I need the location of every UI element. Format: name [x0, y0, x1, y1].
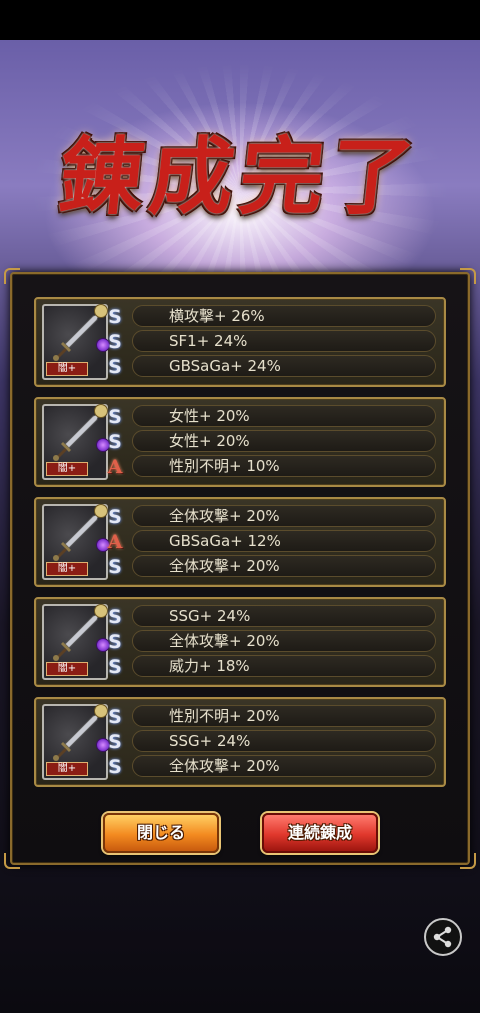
- ability-list: S 全体攻撃+ 20% A GBSaGa+ 12% S 全体攻撃+ 20%: [108, 505, 436, 580]
- ability-text: 女性+ 20%: [169, 407, 250, 425]
- panel-corner-ornament: [4, 853, 20, 869]
- ability-row: S 女性+ 20%: [108, 405, 436, 428]
- ability-list: S 性別不明+ 20% S SSG+ 24% S 全体攻撃+ 20%: [108, 705, 436, 780]
- weapon-thumbnail[interactable]: 闇+: [42, 704, 110, 780]
- rank-s-icon: S: [108, 656, 122, 678]
- rank-s-icon: S: [108, 631, 122, 653]
- weapon-thumbnail[interactable]: 闇+: [42, 404, 110, 480]
- rank-s-icon: S: [108, 431, 122, 453]
- ability-row: S GBSaGa+ 24%: [108, 355, 436, 378]
- ability-text: GBSaGa+ 12%: [169, 532, 281, 550]
- panel-corner-ornament: [460, 268, 476, 284]
- continue-refine-button[interactable]: 連続錬成: [262, 813, 378, 853]
- rank-a-icon: A: [107, 456, 123, 478]
- rank-s-icon: S: [108, 356, 122, 378]
- ability-row: S 全体攻撃+ 20%: [108, 505, 436, 528]
- rank-s-icon: S: [108, 306, 122, 328]
- ability-row: S 全体攻撃+ 20%: [108, 630, 436, 653]
- share-icon: [433, 926, 452, 948]
- ability-row: S 女性+ 20%: [108, 430, 436, 453]
- ability-text: GBSaGa+ 24%: [169, 357, 281, 375]
- rank-s-icon: S: [108, 756, 122, 778]
- ability-text: 全体攻撃+ 20%: [169, 632, 280, 650]
- ability-text: SF1+ 24%: [169, 332, 248, 350]
- ability-text: 全体攻撃+ 20%: [169, 757, 280, 775]
- result-title: 錬成完了: [54, 127, 426, 226]
- panel-corner-ornament: [460, 853, 476, 869]
- ability-text: 性別不明+ 10%: [169, 457, 280, 475]
- ability-text: 威力+ 18%: [169, 657, 250, 675]
- ability-row: S SSG+ 24%: [108, 605, 436, 628]
- ability-list: S 女性+ 20% S 女性+ 20% A 性別不明+ 10%: [108, 405, 436, 480]
- rank-s-icon: S: [108, 731, 122, 753]
- weapon-element-label: 闇+: [46, 562, 88, 576]
- ability-row: S 全体攻撃+ 20%: [108, 555, 436, 578]
- ability-row: A GBSaGa+ 12%: [108, 530, 436, 553]
- close-button[interactable]: 閉じる: [103, 813, 219, 853]
- ability-row: S 全体攻撃+ 20%: [108, 755, 436, 778]
- weapon-thumbnail[interactable]: 闇+: [42, 504, 110, 580]
- weapon-thumbnail[interactable]: 闇+: [42, 604, 110, 680]
- ability-row: S 威力+ 18%: [108, 655, 436, 678]
- weapon-thumbnail[interactable]: 闇+: [42, 304, 110, 380]
- ability-list: S SSG+ 24% S 全体攻撃+ 20% S 威力+ 18%: [108, 605, 436, 680]
- ability-text: 全体攻撃+ 20%: [169, 507, 280, 525]
- refine-result-card: 闇+ S 女性+ 20% S 女性+ 20% A 性別不明+ 10%: [34, 397, 446, 487]
- share-button[interactable]: [424, 918, 462, 956]
- sword-icon: [53, 713, 100, 761]
- weapon-element-label: 闇+: [46, 362, 88, 376]
- rank-s-icon: S: [108, 556, 122, 578]
- sword-icon: [53, 313, 100, 361]
- ability-text: 全体攻撃+ 20%: [169, 557, 280, 575]
- status-bar: [0, 0, 480, 40]
- refine-result-card: 闇+ S 全体攻撃+ 20% A GBSaGa+ 12% S 全体攻撃+ 20%: [34, 497, 446, 587]
- ability-text: 横攻撃+ 26%: [169, 307, 265, 325]
- refine-result-card: 闇+ S 横攻撃+ 26% S SF1+ 24% S GBSaGa+ 24%: [34, 297, 446, 387]
- refine-result-card: 闇+ S 性別不明+ 20% S SSG+ 24% S 全体攻撃+ 20%: [34, 697, 446, 787]
- ability-row: S SF1+ 24%: [108, 330, 436, 353]
- rank-s-icon: S: [108, 406, 122, 428]
- ability-row: A 性別不明+ 10%: [108, 455, 436, 478]
- ability-text: SSG+ 24%: [169, 607, 251, 625]
- weapon-element-label: 闇+: [46, 662, 88, 676]
- rank-s-icon: S: [108, 706, 122, 728]
- sword-icon: [53, 613, 100, 661]
- rank-s-icon: S: [108, 506, 122, 528]
- rank-s-icon: S: [108, 331, 122, 353]
- refine-result-card: 闇+ S SSG+ 24% S 全体攻撃+ 20% S 威力+ 18%: [34, 597, 446, 687]
- weapon-element-label: 闇+: [46, 462, 88, 476]
- weapon-element-label: 闇+: [46, 762, 88, 776]
- ability-text: 性別不明+ 20%: [169, 707, 280, 725]
- rank-s-icon: S: [108, 606, 122, 628]
- ability-list: S 横攻撃+ 26% S SF1+ 24% S GBSaGa+ 24%: [108, 305, 436, 380]
- ability-row: S SSG+ 24%: [108, 730, 436, 753]
- rank-a-icon: A: [107, 531, 123, 553]
- ability-row: S 横攻撃+ 26%: [108, 305, 436, 328]
- panel-corner-ornament: [4, 268, 20, 284]
- ability-text: 女性+ 20%: [169, 432, 250, 450]
- sword-icon: [53, 513, 100, 561]
- sword-icon: [53, 413, 100, 461]
- ability-row: S 性別不明+ 20%: [108, 705, 436, 728]
- ability-text: SSG+ 24%: [169, 732, 251, 750]
